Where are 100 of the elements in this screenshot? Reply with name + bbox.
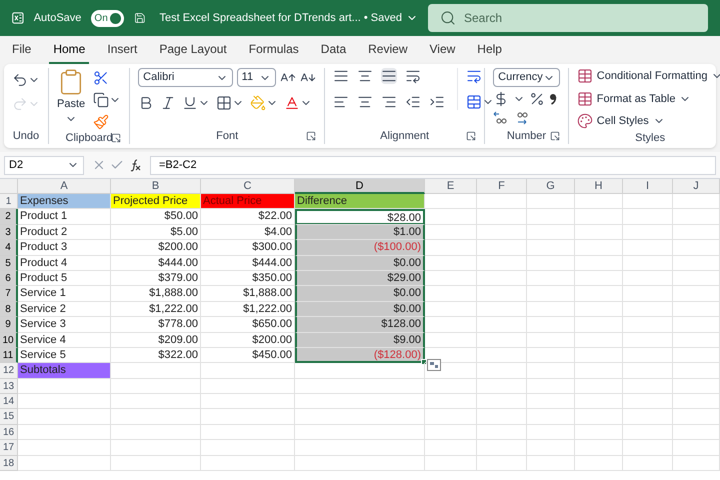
ribbon-tab[interactable]: Review	[364, 40, 412, 64]
empty-cell	[425, 394, 477, 410]
row-header[interactable]: 16	[0, 424, 18, 440]
font-color-icon[interactable]	[284, 95, 300, 111]
table-cell: Product 3	[18, 240, 111, 256]
column-header[interactable]: J	[673, 179, 720, 194]
merge-cells-icon[interactable]	[466, 94, 482, 110]
empty-cell	[527, 270, 575, 286]
column-header[interactable]: F	[477, 179, 527, 194]
ribbon-tab[interactable]: Data	[316, 40, 350, 64]
row-header[interactable]: 7	[0, 286, 18, 302]
autosave-toggle[interactable]: On	[91, 10, 124, 26]
comma-style-icon[interactable]	[549, 92, 558, 106]
save-icon[interactable]	[134, 10, 146, 26]
empty-cell	[527, 440, 575, 456]
dialog-launcher-icon[interactable]	[466, 131, 476, 141]
styles-menu-button[interactable]: Conditional Formatting	[576, 68, 720, 84]
row-header[interactable]: 6	[0, 270, 18, 286]
column-header[interactable]: G	[527, 179, 575, 194]
row-header[interactable]: 11	[0, 348, 18, 364]
empty-cell	[623, 209, 673, 225]
table-grid-icon[interactable]	[576, 90, 593, 107]
column-header[interactable]: B	[111, 179, 201, 194]
ribbon-tab[interactable]: Help	[473, 40, 506, 64]
decrease-decimal-icon[interactable]	[515, 111, 530, 125]
font-name-dropdown[interactable]: Calibri	[138, 68, 233, 87]
table-cell: Projected Price	[111, 194, 201, 210]
row-header[interactable]: 12	[0, 363, 18, 379]
row-header[interactable]: 18	[0, 456, 18, 472]
table-cell: Actual Price	[201, 194, 295, 210]
column-header[interactable]: E	[425, 179, 477, 194]
empty-cell	[623, 302, 673, 318]
borders-icon[interactable]	[216, 95, 232, 111]
ribbon-tab[interactable]: View	[426, 40, 460, 64]
row-header[interactable]: 3	[0, 224, 18, 240]
ribbon-tab[interactable]: File	[8, 40, 36, 64]
copy-icon[interactable]	[93, 92, 110, 108]
styles-menu-button[interactable]: Format as Table	[576, 90, 720, 107]
increase-indent-icon[interactable]	[429, 94, 446, 110]
row-header[interactable]: 1	[0, 194, 18, 210]
undo-icon[interactable]	[12, 72, 28, 88]
empty-cell	[527, 409, 575, 425]
column-header[interactable]: A	[18, 179, 111, 194]
empty-cell	[425, 440, 477, 456]
column-header[interactable]: C	[201, 179, 295, 194]
column-header[interactable]: H	[575, 179, 623, 194]
orientation-icon[interactable]	[405, 68, 422, 84]
search-field[interactable]: Search	[428, 4, 708, 32]
decrease-indent-icon[interactable]	[405, 94, 422, 110]
ribbon-tab[interactable]: Insert	[103, 40, 142, 64]
dialog-launcher-icon[interactable]	[111, 133, 122, 143]
row-header[interactable]: 8	[0, 302, 18, 318]
cut-icon[interactable]	[93, 70, 110, 86]
font-size-dropdown[interactable]: 11	[236, 68, 276, 87]
fill-color-icon[interactable]	[250, 95, 266, 111]
increase-decimal-icon[interactable]	[493, 111, 508, 125]
row-header[interactable]: 10	[0, 332, 18, 348]
empty-cell	[673, 348, 720, 364]
empty-cell	[673, 286, 720, 302]
palette-icon[interactable]	[576, 113, 593, 130]
table-cell: $28.00	[295, 209, 425, 225]
ribbon-tab[interactable]: Formulas	[244, 40, 303, 64]
align-middle-icon[interactable]	[357, 68, 374, 84]
row-header[interactable]: 15	[0, 409, 18, 425]
percent-icon[interactable]	[529, 91, 546, 107]
document-title[interactable]: Test Excel Spreadsheet for DTrends art... • Saved	[159, 10, 418, 26]
paste-button[interactable]: Paste	[57, 68, 86, 124]
row-header[interactable]: 17	[0, 440, 18, 456]
row-header[interactable]: 13	[0, 378, 18, 394]
empty-cell	[575, 256, 623, 271]
ribbon-tab[interactable]: Page Layout	[155, 40, 231, 64]
underline-icon[interactable]	[182, 95, 198, 111]
row-header[interactable]: 9	[0, 317, 18, 333]
wrap-text-icon[interactable]	[466, 68, 482, 84]
name-box[interactable]: D2	[4, 156, 84, 174]
align-right-icon[interactable]	[381, 94, 398, 110]
column-header[interactable]: I	[623, 179, 673, 194]
row-header[interactable]: 2	[0, 209, 18, 225]
row-header[interactable]: 5	[0, 256, 18, 271]
quick-analysis-icon[interactable]	[427, 359, 441, 372]
formula-input[interactable]: =B2-C2	[150, 156, 716, 174]
align-left-icon[interactable]	[333, 94, 350, 110]
number-format-dropdown[interactable]: Currency	[493, 68, 560, 87]
table-grid-icon[interactable]	[576, 68, 593, 84]
column-header[interactable]: D	[295, 179, 425, 194]
center-icon[interactable]	[357, 94, 374, 110]
row-header[interactable]: 14	[0, 394, 18, 410]
function-icon[interactable]	[128, 158, 142, 172]
styles-menu-button[interactable]: Cell Styles	[576, 113, 720, 130]
table-cell: Service 3	[18, 317, 111, 333]
table-cell: $50.00	[111, 209, 201, 225]
empty-cell	[527, 209, 575, 225]
dialog-launcher-icon[interactable]	[306, 131, 316, 141]
align-top-icon[interactable]	[333, 68, 350, 84]
align-bottom-icon[interactable]	[381, 68, 398, 84]
row-header[interactable]: 4	[0, 240, 18, 256]
group-label: Alignment	[380, 128, 430, 144]
table-cell: ($128.00)	[295, 348, 425, 364]
search-icon[interactable]	[440, 10, 456, 26]
dialog-launcher-icon[interactable]	[550, 131, 560, 141]
